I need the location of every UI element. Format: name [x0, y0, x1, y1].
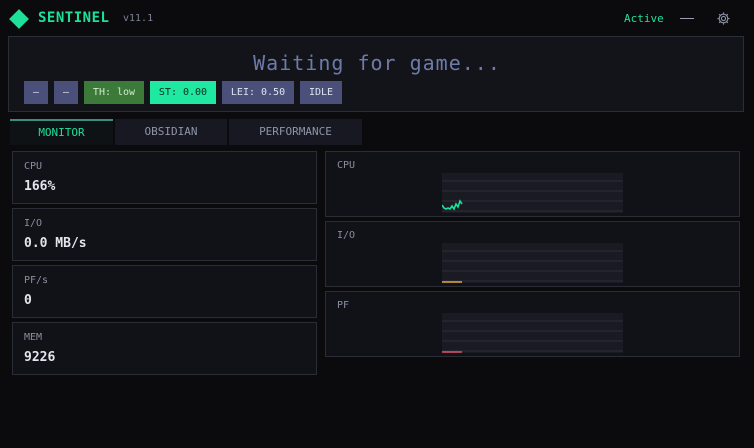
status-text: Active — [624, 12, 664, 25]
graph-card-pf: PF — [325, 291, 740, 357]
idle-chip[interactable]: IDLE — [300, 81, 342, 104]
stat-card-pf: PF/s 0 — [12, 265, 317, 318]
pf-sparkline — [442, 313, 623, 353]
title-bar[interactable]: SENTINEL v11.1 Active — [0, 0, 754, 36]
dash-chip-1[interactable]: — — [24, 81, 48, 104]
graph-label: PF — [337, 300, 350, 311]
stat-label: MEM — [24, 332, 43, 343]
stat-value: 166% — [24, 179, 56, 194]
stat-label: PF/s — [24, 275, 49, 286]
stat-value: 0.0 MB/s — [24, 236, 87, 251]
stat-card-mem: MEM 9226 — [12, 322, 317, 375]
stat-value: 9226 — [24, 350, 56, 365]
waiting-title: Waiting for game... — [253, 51, 501, 75]
app-name: SENTINEL — [38, 10, 110, 26]
gear-icon[interactable] — [716, 11, 731, 26]
app-version: v11.1 — [123, 13, 154, 24]
stat-card-io: I/O 0.0 MB/s — [12, 208, 317, 261]
stat-card-cpu: CPU 166% — [12, 151, 317, 204]
tab-performance[interactable]: PERFORMANCE — [229, 119, 362, 145]
threshold-chip[interactable]: TH: low — [84, 81, 144, 104]
cpu-sparkline — [442, 173, 623, 213]
game-status-panel: Waiting for game... — — TH: low ST: 0.00… — [8, 36, 744, 112]
tab-obsidian[interactable]: OBSIDIAN — [115, 119, 227, 145]
stat-label: I/O — [24, 218, 43, 229]
sentinel-window: SENTINEL v11.1 Active Waiting for game..… — [0, 0, 754, 448]
graph-card-cpu: CPU — [325, 151, 740, 217]
st-chip[interactable]: ST: 0.00 — [150, 81, 216, 104]
lei-chip[interactable]: LEI: 0.50 — [222, 81, 294, 104]
diamond-logo-icon — [9, 9, 29, 29]
graph-label: CPU — [337, 160, 356, 171]
io-sparkline — [442, 243, 623, 283]
minimize-button[interactable] — [680, 18, 694, 19]
tab-monitor[interactable]: MONITOR — [10, 119, 113, 145]
dash-chip-2[interactable]: — — [54, 81, 78, 104]
graph-card-io: I/O — [325, 221, 740, 287]
stat-value: 0 — [24, 293, 32, 308]
graph-label: I/O — [337, 230, 356, 241]
stat-label: CPU — [24, 161, 43, 172]
